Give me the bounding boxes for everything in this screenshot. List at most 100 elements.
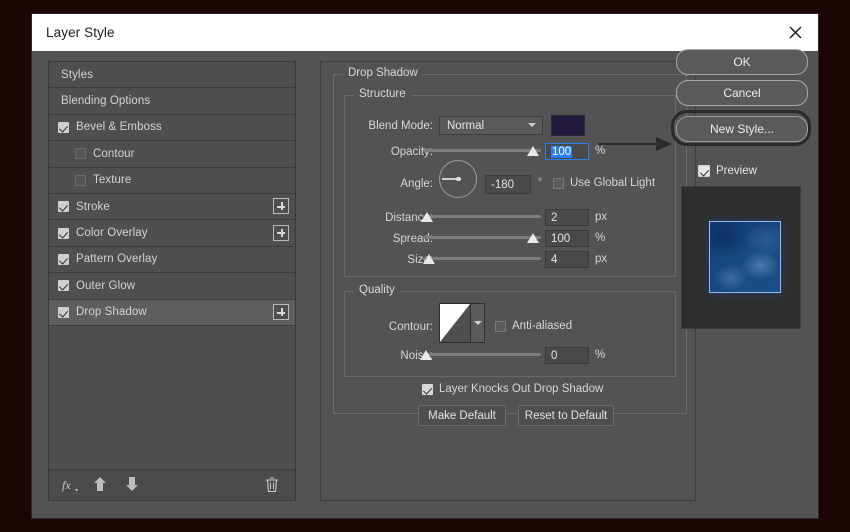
- sidebar-item-drop-shadow[interactable]: Drop Shadow: [49, 300, 295, 326]
- noise-slider[interactable]: [423, 349, 541, 361]
- blend-mode-label: Blend Mode:: [345, 120, 433, 132]
- make-default-label: Make Default: [428, 410, 496, 422]
- distance-input[interactable]: 2: [545, 209, 589, 226]
- slider-track: [423, 236, 541, 239]
- arrow-head: [656, 137, 672, 151]
- cancel-button[interactable]: Cancel: [676, 80, 808, 106]
- size-value: 4: [551, 254, 557, 266]
- checkbox-icon: [495, 321, 506, 332]
- noise-unit: %: [595, 349, 605, 361]
- distance-slider[interactable]: [423, 211, 541, 223]
- reset-to-default-button[interactable]: Reset to Default: [518, 405, 614, 426]
- page-title: Layer Style: [46, 25, 115, 40]
- checkbox-icon: [422, 384, 433, 395]
- sidebar-item-contour[interactable]: Contour: [49, 141, 295, 167]
- size-input[interactable]: 4: [545, 251, 589, 268]
- sidebar-item-pattern-overlay[interactable]: Pattern Overlay: [49, 247, 295, 273]
- opacity-input[interactable]: 100: [545, 143, 589, 160]
- noise-input[interactable]: 0: [545, 347, 589, 364]
- sidebar-item-outer-glow[interactable]: Outer Glow: [49, 273, 295, 299]
- sidebar-item-styles[interactable]: Styles: [49, 62, 295, 88]
- checkbox-icon[interactable]: [75, 175, 86, 186]
- slider-thumb[interactable]: [527, 146, 539, 156]
- close-icon[interactable]: [772, 14, 818, 51]
- spread-unit: %: [595, 232, 605, 244]
- blend-mode-select[interactable]: Normal: [439, 116, 543, 135]
- new-style-button[interactable]: New Style...: [676, 116, 808, 142]
- slider-track: [423, 257, 541, 260]
- distance-value: 2: [551, 212, 557, 224]
- ok-label: OK: [733, 55, 750, 69]
- slider-thumb[interactable]: [421, 212, 433, 222]
- preview-thumbnail: [681, 186, 801, 329]
- use-global-light-checkbox[interactable]: Use Global Light: [553, 177, 655, 189]
- size-slider[interactable]: [423, 253, 541, 265]
- opacity-value: 100: [551, 146, 572, 158]
- dialog-titlebar: Layer Style: [32, 14, 818, 51]
- checkbox-icon[interactable]: [58, 307, 69, 318]
- sidebar-item-label: Color Overlay: [76, 227, 148, 239]
- svg-text:fx: fx: [62, 478, 71, 492]
- styles-list[interactable]: Styles Blending Options Bevel & Emboss C…: [49, 62, 295, 469]
- use-global-light-label: Use Global Light: [570, 177, 655, 189]
- add-effect-icon[interactable]: [273, 225, 289, 241]
- structure-legend: Structure: [354, 88, 411, 100]
- angle-dial[interactable]: [439, 160, 477, 198]
- move-down-icon[interactable]: [125, 476, 143, 494]
- sidebar-item-label: Contour: [93, 148, 135, 160]
- sidebar-item-bevel-emboss[interactable]: Bevel & Emboss: [49, 115, 295, 141]
- drop-shadow-settings-pane: Drop Shadow Structure Blend Mode: Normal…: [320, 61, 696, 501]
- anti-aliased-checkbox[interactable]: Anti-aliased: [495, 320, 572, 332]
- sidebar-item-stroke[interactable]: Stroke: [49, 194, 295, 220]
- size-label: Size:: [345, 254, 433, 266]
- spread-input[interactable]: 100: [545, 230, 589, 247]
- size-unit: px: [595, 253, 607, 265]
- slider-thumb[interactable]: [527, 233, 539, 243]
- checkbox-icon[interactable]: [75, 148, 86, 159]
- shadow-color-swatch[interactable]: [551, 115, 585, 136]
- drop-shadow-group: Drop Shadow Structure Blend Mode: Normal…: [333, 74, 687, 414]
- angle-center-dot: [456, 177, 461, 182]
- add-effect-icon[interactable]: [273, 198, 289, 214]
- make-default-button[interactable]: Make Default: [418, 405, 506, 426]
- trash-icon[interactable]: [264, 476, 282, 494]
- angle-label: Angle:: [345, 178, 433, 190]
- checkbox-icon: [698, 165, 710, 177]
- slider-thumb[interactable]: [423, 254, 435, 264]
- sidebar-item-color-overlay[interactable]: Color Overlay: [49, 220, 295, 246]
- arrow-shaft: [598, 143, 660, 145]
- checkbox-icon[interactable]: [58, 254, 69, 265]
- anti-aliased-label: Anti-aliased: [512, 320, 572, 332]
- sidebar-item-label: Stroke: [76, 201, 110, 213]
- layer-knocks-out-checkbox[interactable]: Layer Knocks Out Drop Shadow: [422, 383, 603, 395]
- angle-unit: °: [538, 177, 542, 188]
- preview-checkbox[interactable]: Preview: [698, 165, 757, 177]
- preview-label: Preview: [716, 165, 757, 177]
- move-up-icon[interactable]: [93, 476, 111, 494]
- checkbox-icon[interactable]: [58, 201, 69, 212]
- checkbox-icon[interactable]: [58, 280, 69, 291]
- screen: Layer Style Styles Blending Options: [0, 0, 850, 532]
- styles-footer-toolbar: fx: [49, 469, 295, 500]
- checkbox-icon: [553, 178, 564, 189]
- contour-thumbnail-icon[interactable]: [439, 303, 471, 343]
- angle-input[interactable]: -180: [485, 175, 531, 194]
- styles-panel: Styles Blending Options Bevel & Emboss C…: [48, 61, 296, 501]
- fx-icon[interactable]: fx: [61, 476, 79, 494]
- contour-label: Contour:: [345, 321, 433, 333]
- chevron-down-icon[interactable]: [471, 303, 485, 343]
- checkbox-icon[interactable]: [58, 122, 69, 133]
- arrow-right-annotation: [598, 136, 676, 152]
- spread-slider[interactable]: [423, 232, 541, 244]
- opacity-slider[interactable]: [423, 145, 541, 157]
- add-effect-icon[interactable]: [273, 304, 289, 320]
- quality-legend: Quality: [354, 284, 400, 296]
- sidebar-item-texture[interactable]: Texture: [49, 168, 295, 194]
- contour-picker[interactable]: [439, 303, 485, 343]
- layer-knocks-out-label: Layer Knocks Out Drop Shadow: [439, 383, 603, 395]
- ok-button[interactable]: OK: [676, 49, 808, 75]
- checkbox-icon[interactable]: [58, 228, 69, 239]
- chevron-down-icon: [528, 123, 536, 128]
- slider-thumb[interactable]: [420, 350, 432, 360]
- sidebar-item-blending-options[interactable]: Blending Options: [49, 88, 295, 114]
